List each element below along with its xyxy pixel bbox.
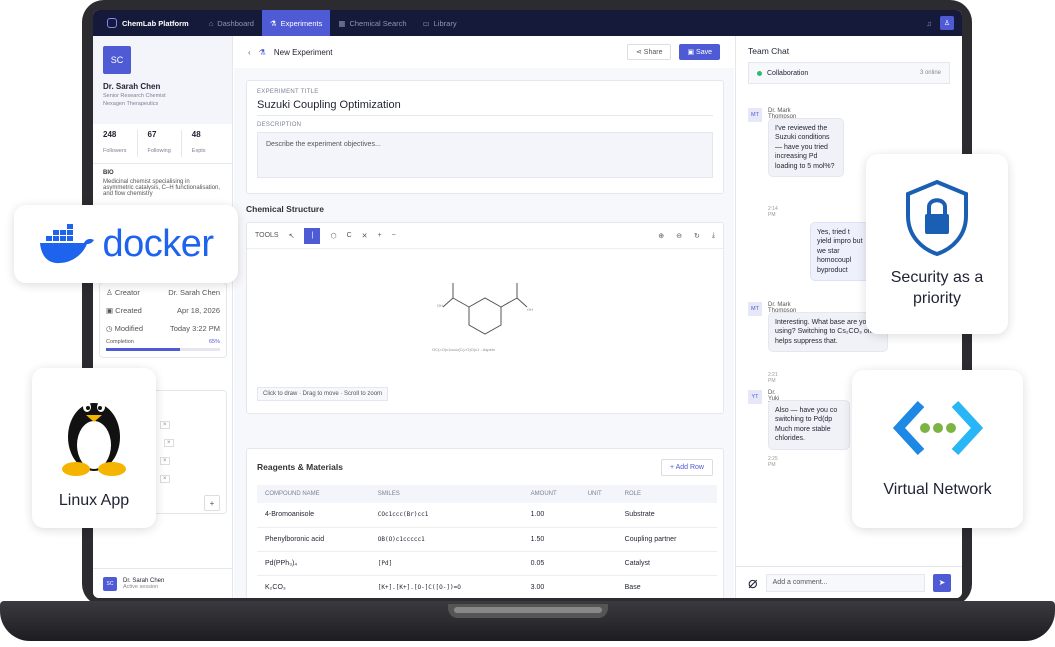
experiment-form: EXPERIMENT TITLE Suzuki Coupling Optimiz… xyxy=(246,80,724,194)
avatar: SC xyxy=(103,576,117,591)
user-icon[interactable]: ♙ xyxy=(940,16,954,30)
online-dot-icon xyxy=(757,70,762,76)
tux-penguin-icon xyxy=(62,401,126,476)
docker-whale-icon xyxy=(40,224,95,264)
minus-charge-icon[interactable]: − xyxy=(392,232,396,239)
bond-tool-icon[interactable]: | xyxy=(304,227,321,244)
table-row[interactable]: 4-Bromoanisole COc1ccc(Br)cc1 1.00 Substrat… xyxy=(257,503,717,528)
add-tag-button[interactable]: + xyxy=(204,495,220,511)
carbon-tool[interactable]: C xyxy=(347,232,352,239)
shield-lock-icon xyxy=(906,180,968,257)
table-row[interactable]: Pd(PPh₃)₄ [Pd] 0.05 Catalyst xyxy=(257,551,717,576)
remove-tag-icon[interactable]: × xyxy=(160,475,170,483)
attach-icon[interactable]: ⌀ xyxy=(748,573,758,593)
remove-tag-icon[interactable]: × xyxy=(164,439,174,447)
main-panel: ‹ ⚗ New Experiment ⋖ Share ▣ Save EXPERI… xyxy=(234,36,734,598)
laptop-base xyxy=(0,601,1055,641)
nav-library[interactable]: ▭ Library xyxy=(415,10,465,36)
back-icon[interactable]: ‹ xyxy=(248,48,251,57)
zoom-out-icon[interactable]: ⊖ xyxy=(676,232,682,240)
table-row[interactable]: Phenylboronic acid OB(O)c1ccccc1 1.50 Coupl… xyxy=(257,527,717,552)
virtual-network-icon xyxy=(892,400,983,455)
reagents-table: COMPOUND NAME SMILES AMOUNT UNIT ROLE 4-Brom… xyxy=(257,485,717,598)
linux-caption: Linux App xyxy=(58,491,130,509)
brand[interactable]: ChemLab Platform xyxy=(93,10,201,36)
experiment-meta: ♙ Creator Dr. Sarah Chen ▣ Created Apr 18,… xyxy=(99,282,227,358)
stat-following[interactable]: 67 Following xyxy=(148,130,182,157)
reset-icon[interactable]: ↻ xyxy=(694,232,700,240)
vnet-caption: Virtual Network xyxy=(883,480,992,498)
chat-composer: ⌀ Add a comment... ➤ xyxy=(736,566,962,598)
nav-experiments[interactable]: ⚗ Experiments xyxy=(261,10,331,36)
bio: BIO Medicinal chemist specialising in asy… xyxy=(103,170,221,197)
vnet-badge: Virtual Network xyxy=(852,370,1023,528)
experiment-title-input[interactable]: Suzuki Coupling Optimization xyxy=(257,99,713,116)
docker-wordmark: docker xyxy=(102,222,214,265)
zoom-in-icon[interactable]: ⊕ xyxy=(658,232,664,240)
profile-role: Senior Research Chemist xyxy=(103,93,166,99)
share-button[interactable]: ⋖ Share xyxy=(626,44,672,60)
security-caption: Security as a priority xyxy=(890,269,984,307)
session-footer: SC Dr. Sarah Chen Active session xyxy=(93,568,233,598)
chat-title: Team Chat xyxy=(748,46,790,56)
comment-input[interactable]: Add a comment... xyxy=(765,573,925,592)
send-button[interactable]: ➤ xyxy=(933,573,951,592)
description-textarea[interactable]: Describe the experiment objectives... xyxy=(257,132,713,178)
profile-name: Dr. Sarah Chen xyxy=(103,82,161,91)
nav-dashboard[interactable]: ⌂ Dashboard xyxy=(201,10,262,36)
smiles-caption: OC(=O)c1cccc(C(=O)O)c1 - Aspirin xyxy=(432,347,495,352)
experiment-header: ‹ ⚗ New Experiment ⋖ Share ▣ Save xyxy=(234,36,734,68)
linux-badge: Linux App xyxy=(32,368,156,528)
table-row[interactable]: K₂CO₃ [K+].[K+].[O-]C([O-])=O 3.00 Base xyxy=(257,575,717,598)
save-button[interactable]: ▣ Save xyxy=(679,44,720,60)
erase-tool-icon[interactable]: ✕ xyxy=(362,232,368,240)
top-bar: ChemLab Platform ⌂ Dashboard ⚗ Experimen… xyxy=(93,10,962,36)
nav-chemical-search[interactable]: ▦ Chemical Search xyxy=(330,10,414,36)
brand-logo-icon xyxy=(107,18,117,28)
structure-editor: TOOLS ↖ | ⬡ C ✕ + − ⊕ ⊖ ↻ ⤓ OH OH OC(=O)… xyxy=(246,222,724,414)
bell-icon[interactable]: ♫ xyxy=(926,19,932,28)
profile-card: SC Dr. Sarah Chen Senior Research Chemis… xyxy=(93,36,232,124)
section-title: Chemical Structure xyxy=(246,204,324,214)
profile-org: Nexagen Therapeutics xyxy=(103,101,159,107)
breadcrumb: New Experiment xyxy=(273,47,333,57)
atom-label: OH xyxy=(437,303,443,308)
stat-followers[interactable]: 248 Followers xyxy=(103,130,138,157)
reagents-card: Reagents & Materials + Add Row COMPOUND N… xyxy=(246,448,724,598)
canvas-hint: Click to draw · Drag to move · Scroll to… xyxy=(257,387,389,401)
stat-experiments[interactable]: 48 Expts xyxy=(192,130,216,157)
profile-stats: 248 Followers 67 Following 48 Expts xyxy=(93,124,232,164)
remove-tag-icon[interactable]: × xyxy=(160,457,170,465)
drawing-canvas[interactable]: OH OH OC(=O)c1cccc(C(=O)O)c1 - Aspirin C… xyxy=(247,249,723,411)
app-screen: ChemLab Platform ⌂ Dashboard ⚗ Experimen… xyxy=(93,10,962,598)
chat-message-own: Yes, tried t yield impro but we star hom… xyxy=(810,222,870,282)
atom-label: OH xyxy=(527,307,533,312)
flask-icon: ⚗ xyxy=(258,47,266,57)
plus-charge-icon[interactable]: + xyxy=(378,232,382,239)
security-badge: Security as a priority xyxy=(866,154,1008,334)
docker-badge: docker xyxy=(14,205,238,283)
completion-bar xyxy=(106,348,220,351)
chat-room[interactable]: Collaboration 3 online xyxy=(748,62,950,84)
download-icon[interactable]: ⤓ xyxy=(712,232,715,240)
ring-tool-icon[interactable]: ⬡ xyxy=(330,232,336,240)
remove-tag-icon[interactable]: × xyxy=(160,421,170,429)
avatar: SC xyxy=(103,46,131,74)
select-tool-icon[interactable]: ↖ xyxy=(289,232,295,240)
toolbar: TOOLS ↖ | ⬡ C ✕ + − ⊕ ⊖ ↻ ⤓ xyxy=(247,223,723,249)
add-row-button[interactable]: + Add Row xyxy=(660,458,713,476)
